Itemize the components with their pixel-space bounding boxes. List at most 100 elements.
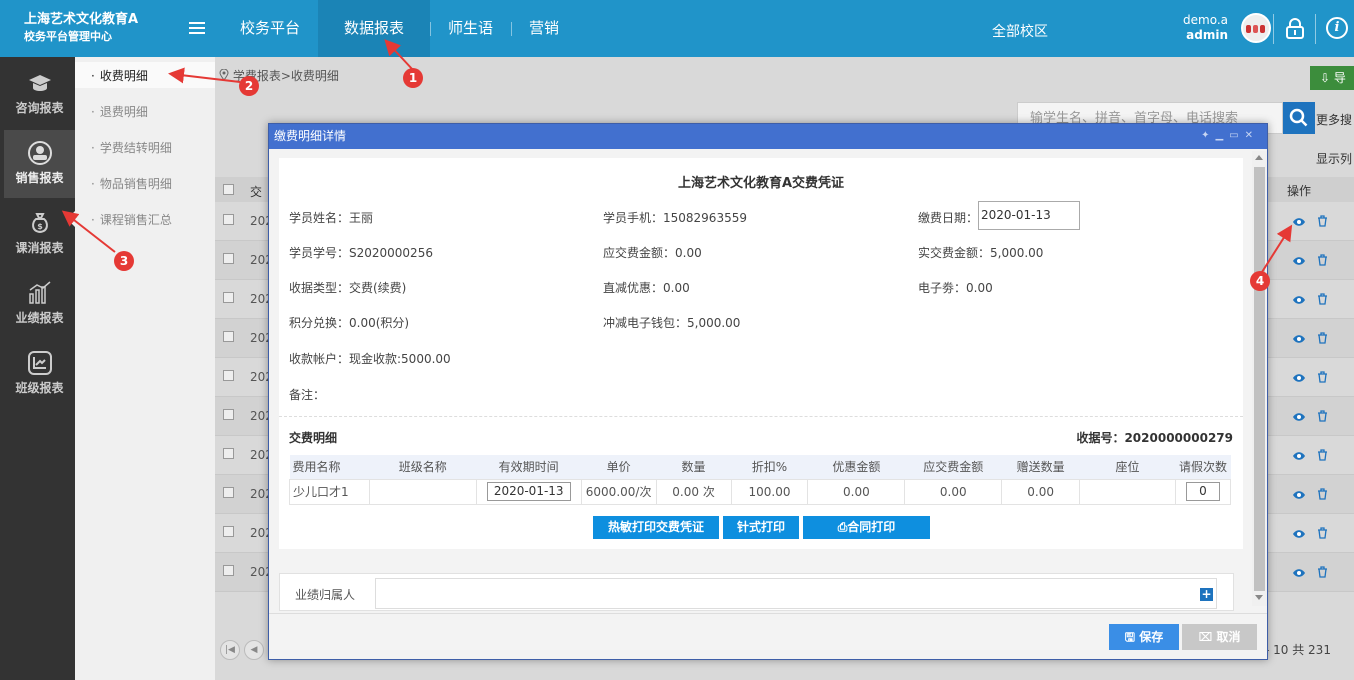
sidebar-item-class-report[interactable]: 班级报表 xyxy=(4,340,75,408)
avatar[interactable] xyxy=(1241,13,1271,43)
submenu-item-goods-sales[interactable]: 物品销售明细 xyxy=(91,175,172,192)
nav-item-school-platform[interactable]: 校务平台 xyxy=(222,0,318,57)
annotation-badge: 2 xyxy=(239,76,259,96)
delete-icon[interactable] xyxy=(1317,254,1328,266)
search-button[interactable] xyxy=(1283,102,1315,134)
amount-paid: 实交费金额：5,000.00 xyxy=(918,246,1044,260)
more-search-link[interactable]: 更多搜 xyxy=(1316,111,1352,128)
maximize-icon[interactable]: ▭ xyxy=(1229,130,1244,141)
campus-selector[interactable]: 全部校区 xyxy=(992,21,1048,41)
scroll-up-icon[interactable] xyxy=(1255,155,1263,160)
view-icon[interactable] xyxy=(1292,528,1306,538)
sidebar-item-sales-report[interactable]: 销售报表 xyxy=(4,130,75,198)
main-nav: 校务平台 数据报表 师生语 营销 xyxy=(222,0,577,57)
svg-text:$: $ xyxy=(37,222,43,231)
sidebar-item-consult-report[interactable]: 咨询报表 xyxy=(4,60,75,128)
row-checkbox[interactable] xyxy=(223,526,234,537)
receipt-number: 收据号：2020000000279 xyxy=(1076,431,1233,445)
contract-print-label: 合同打印 xyxy=(847,520,896,534)
sidebar-item-label: 业绩报表 xyxy=(15,311,64,325)
delete-icon[interactable] xyxy=(1317,371,1328,383)
pay-date-input[interactable]: 2020-01-13 xyxy=(978,201,1080,230)
annotation-badge: 1 xyxy=(403,68,423,88)
submenu-item-fee-detail[interactable]: 收费明细 xyxy=(91,67,148,84)
row-checkbox[interactable] xyxy=(223,370,234,381)
row-checkbox[interactable] xyxy=(223,253,234,264)
submenu-item-course-sales-summary[interactable]: 课程销售汇总 xyxy=(91,211,172,228)
close-icon[interactable]: ✕ xyxy=(1245,130,1259,141)
delete-icon[interactable] xyxy=(1317,332,1328,344)
plus-icon[interactable]: + xyxy=(1200,588,1213,601)
scroll-thumb[interactable] xyxy=(1254,167,1265,591)
contract-print-button[interactable]: ⎙合同打印 xyxy=(803,516,930,539)
view-icon[interactable] xyxy=(1292,333,1306,343)
sidebar-item-performance-report[interactable]: 业绩报表 xyxy=(4,270,75,338)
info-icon[interactable]: i xyxy=(1326,17,1348,39)
minimize-icon[interactable]: ▁ xyxy=(1215,130,1229,141)
delete-icon[interactable] xyxy=(1317,488,1328,500)
ops-column-header: 操作 xyxy=(1287,184,1312,198)
line-chart-icon xyxy=(27,350,53,376)
scroll-down-icon[interactable] xyxy=(1255,595,1263,600)
delete-icon[interactable] xyxy=(1317,527,1328,539)
first-page-icon[interactable]: |◀ xyxy=(220,640,240,660)
student-number: 学员学号：S2020000256 xyxy=(289,246,433,260)
view-icon[interactable] xyxy=(1292,372,1306,382)
leave-count-input[interactable]: 0 xyxy=(1185,482,1220,501)
column-header: 请假次数 xyxy=(1175,455,1231,479)
delete-icon[interactable] xyxy=(1317,215,1328,227)
annotation-badge: 4 xyxy=(1250,271,1270,291)
row-checkbox[interactable] xyxy=(223,292,234,303)
payment-account: 收款帐户：现金收款:5000.00 xyxy=(289,352,451,366)
column-header: 费用名称 xyxy=(289,455,370,479)
column-header: 单价 xyxy=(581,455,657,479)
save-icon: 🖫 xyxy=(1124,630,1136,644)
view-icon[interactable] xyxy=(1292,567,1306,577)
view-icon[interactable] xyxy=(1292,294,1306,304)
view-icon[interactable] xyxy=(1292,216,1306,226)
sidebar-item-label: 课消报表 xyxy=(15,241,64,255)
performance-owner-field[interactable]: + xyxy=(375,578,1217,609)
lock-icon[interactable] xyxy=(1285,18,1305,40)
submenu-item-tuition-transfer[interactable]: 学费结转明细 xyxy=(91,139,172,156)
view-icon[interactable] xyxy=(1292,255,1306,265)
thermal-print-button[interactable]: 热敏打印交费凭证 xyxy=(593,516,719,539)
dialog-scrollbar[interactable] xyxy=(1252,151,1267,606)
prev-page-icon[interactable]: ◀ xyxy=(244,640,264,660)
pin-icon[interactable]: ✦ xyxy=(1201,130,1215,141)
delete-icon[interactable] xyxy=(1317,449,1328,461)
row-checkbox[interactable] xyxy=(223,565,234,576)
valid-date-input[interactable]: 2020-01-13 xyxy=(486,482,571,501)
view-icon[interactable] xyxy=(1292,450,1306,460)
row-checkbox[interactable] xyxy=(223,409,234,420)
delete-icon[interactable] xyxy=(1317,566,1328,578)
delete-icon[interactable] xyxy=(1317,410,1328,422)
cancel-button[interactable]: ⌧ 取消 xyxy=(1182,624,1257,650)
nav-item-marketing[interactable]: 营销 xyxy=(511,0,577,57)
column-header: 优惠金额 xyxy=(807,455,905,479)
dot-matrix-print-button[interactable]: 针式打印 xyxy=(723,516,799,539)
sidebar-item-consume-report[interactable]: $ 课消报表 xyxy=(4,200,75,268)
divider xyxy=(1315,14,1316,44)
menu-toggle-icon[interactable] xyxy=(189,22,205,36)
nav-item-teacher-student[interactable]: 师生语 xyxy=(430,0,511,57)
save-button[interactable]: 🖫 保存 xyxy=(1109,624,1179,650)
nav-item-data-report[interactable]: 数据报表 xyxy=(318,0,431,57)
view-icon[interactable] xyxy=(1292,411,1306,421)
fee-name: 少儿口才1 xyxy=(289,478,370,505)
row-checkbox[interactable] xyxy=(223,448,234,459)
divider xyxy=(1273,14,1274,44)
view-icon[interactable] xyxy=(1292,489,1306,499)
delete-icon[interactable] xyxy=(1317,293,1328,305)
row-checkbox[interactable] xyxy=(223,214,234,225)
export-button[interactable]: ⇩ 导 xyxy=(1310,66,1354,90)
column-header: 数量 xyxy=(656,455,732,479)
show-columns-button[interactable]: 显示列 xyxy=(1316,150,1352,167)
amount-due: 应交费金额：0.00 xyxy=(603,246,702,260)
user-info[interactable]: demo.a admin xyxy=(1180,13,1228,43)
select-all-checkbox[interactable] xyxy=(223,184,234,195)
submenu-item-refund-detail[interactable]: 退费明细 xyxy=(91,103,148,120)
row-checkbox[interactable] xyxy=(223,487,234,498)
brand-title: 上海艺术文化教育A xyxy=(24,12,139,27)
row-checkbox[interactable] xyxy=(223,331,234,342)
